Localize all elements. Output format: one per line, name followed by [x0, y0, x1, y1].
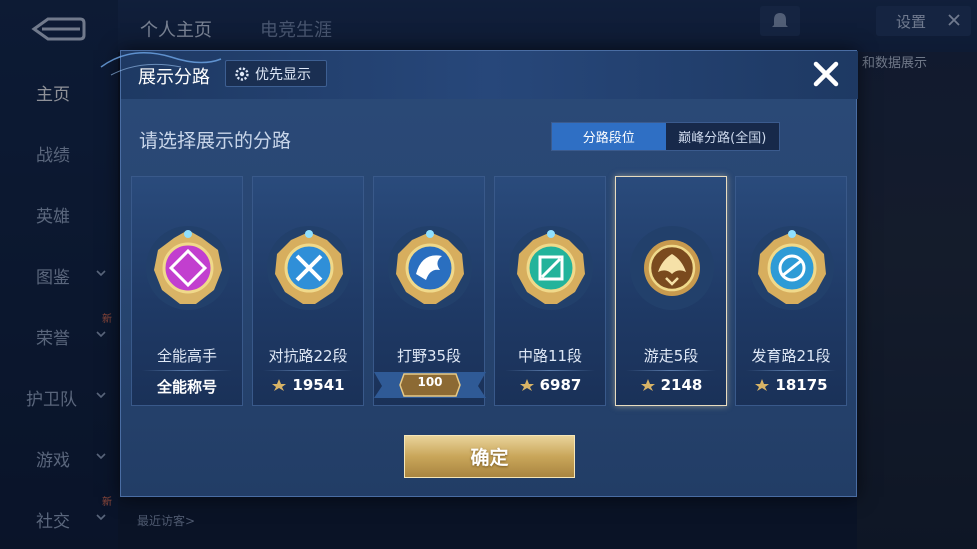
lane-value-text: 6987	[539, 376, 582, 394]
lane-name: 中路11段	[517, 347, 583, 365]
gear-icon	[235, 66, 249, 81]
lane-card-mid[interactable]: 中路11段 6987	[494, 176, 606, 406]
staff-icon	[509, 226, 593, 310]
close-icon[interactable]	[811, 59, 841, 89]
divider	[626, 370, 716, 371]
lane-value: 2148	[616, 376, 726, 394]
lane-value: 6987	[495, 376, 605, 394]
priority-label: 优先显示	[255, 66, 311, 83]
lane-mode-toggle: 分路段位 巅峰分路(全国)	[551, 122, 780, 151]
lane-name: 全能高手	[156, 347, 217, 365]
lane-value: 19541	[253, 376, 363, 394]
all-round-icon	[146, 226, 230, 310]
lane-display-dialog: 展示分路 优先显示 请选择展示的分路 分路段位 巅峰分路(全国) 全能高手 全能…	[100, 50, 858, 497]
lane-card-all-round[interactable]: 全能高手 全能称号	[131, 176, 243, 406]
divider	[505, 370, 595, 371]
priority-display-button[interactable]: 优先显示	[225, 60, 327, 87]
rank-star-count: 100	[417, 375, 443, 389]
lane-card-list: 全能高手 全能称号 对抗路22段 19541 打野35段 100 中路11段 6…	[131, 176, 847, 406]
crossed-swords-icon	[267, 226, 351, 310]
lane-name: 打野35段	[396, 347, 462, 365]
dialog-title: 展示分路	[138, 67, 210, 88]
points-icon	[755, 379, 770, 391]
lane-value-text: 19541	[292, 376, 345, 394]
bow-icon	[750, 226, 834, 310]
wings-icon	[630, 226, 714, 310]
points-icon	[519, 379, 534, 391]
lane-value-text: 2148	[660, 376, 703, 394]
divider	[142, 370, 232, 371]
confirm-button[interactable]: 确定	[404, 435, 575, 478]
lane-value-text: 18175	[775, 376, 828, 394]
divider	[263, 370, 353, 371]
points-icon	[272, 379, 287, 391]
lane-name: 发育路21段	[751, 347, 831, 365]
dialog-subtitle: 请选择展示的分路	[139, 130, 292, 152]
tab-peak-lane[interactable]: 巅峰分路(全国)	[666, 123, 780, 150]
dragon-icon	[388, 226, 472, 310]
points-icon	[640, 379, 655, 391]
dialog-header: 展示分路 优先显示	[100, 51, 858, 99]
lane-card-jungle[interactable]: 打野35段 100	[373, 176, 486, 406]
lane-value-text: 全能称号	[156, 378, 217, 396]
lane-value: 18175	[736, 376, 846, 394]
lane-name: 对抗路22段	[268, 347, 348, 365]
lane-name: 游走5段	[643, 347, 699, 365]
divider	[746, 370, 836, 371]
tab-lane-rank[interactable]: 分路段位	[552, 123, 666, 150]
lane-value: 全能称号	[132, 376, 242, 397]
lane-card-roam[interactable]: 游走5段 2148	[615, 176, 727, 406]
lane-card-farm[interactable]: 发育路21段 18175	[735, 176, 847, 406]
lane-card-clash[interactable]: 对抗路22段 19541	[252, 176, 364, 406]
